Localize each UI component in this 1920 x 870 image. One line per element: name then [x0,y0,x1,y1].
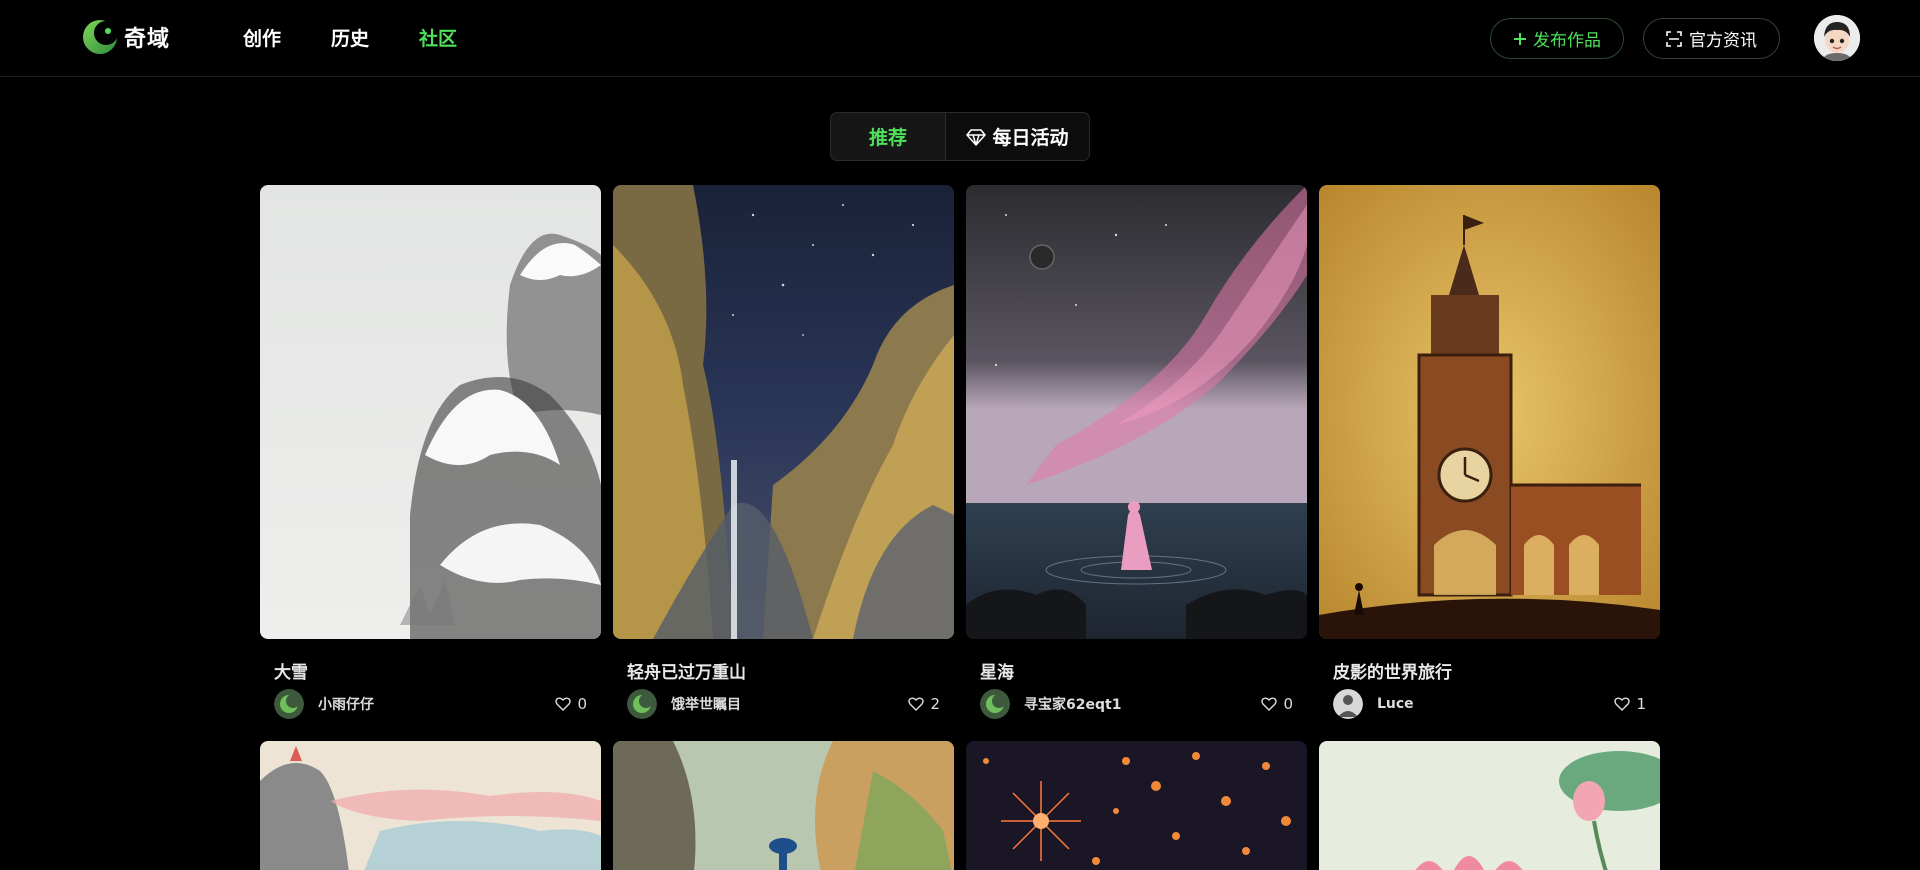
artwork-image-pastel-mountains[interactable] [260,741,601,870]
like-button[interactable]: 2 [908,695,940,713]
heart-icon [1261,697,1278,711]
tab-recommend-label: 推荐 [868,127,907,149]
tab-daily-label: 每日活动 [992,127,1069,149]
artwork-title[interactable]: 皮影的世界旅行 [1333,658,1452,683]
nav-create[interactable]: 创作 [243,24,281,51]
author-avatar[interactable] [274,689,304,719]
diamond-icon [966,128,987,146]
author-name[interactable]: 小雨仔仔 [318,694,374,714]
nav-community[interactable]: 社区 [419,24,457,51]
artwork-image-lotus[interactable] [1319,741,1660,870]
official-news-button[interactable]: 官方资讯 [1643,18,1780,59]
artwork-title[interactable]: 星海 [980,658,1014,683]
heart-icon [555,697,572,711]
like-count: 0 [577,695,587,713]
artwork-image-clock-tower[interactable] [1319,185,1660,639]
like-count: 2 [930,695,940,713]
artwork-image-gorge-waterfall[interactable] [613,185,954,639]
author-avatar[interactable] [980,689,1010,719]
artwork-image-snowy-mountain[interactable] [260,185,601,639]
like-button[interactable]: 1 [1614,695,1646,713]
crescent-logo-icon [83,20,118,54]
artwork-title[interactable]: 轻舟已过万重山 [627,658,746,683]
like-count: 1 [1636,695,1646,713]
user-avatar[interactable] [1814,15,1860,61]
artwork-card[interactable] [1319,741,1660,870]
plus-icon [1514,32,1526,45]
like-count: 0 [1283,695,1293,713]
publish-button[interactable]: 发布作品 [1490,18,1624,59]
artwork-card[interactable] [613,741,954,870]
main-nav: 创作 历史 社区 [243,24,457,51]
artwork-meta: 小雨仔仔 0 [274,689,587,719]
artwork-card[interactable]: 轻舟已过万重山 饿举世瞩目 2 [613,185,954,719]
author-name[interactable]: Luce [1377,696,1414,712]
artwork-meta: Luce 1 [1333,689,1646,719]
nav-history[interactable]: 历史 [331,24,369,51]
publish-label: 发布作品 [1533,31,1601,51]
artwork-meta: 饿举世瞩目 2 [627,689,940,719]
artwork-image-starry-sea[interactable] [966,185,1307,639]
author-avatar[interactable] [627,689,657,719]
heart-icon [908,697,925,711]
author-avatar[interactable] [1333,689,1363,719]
author-name[interactable]: 饿举世瞩目 [671,694,741,714]
artwork-card[interactable] [260,741,601,870]
top-header: 奇域 创作 历史 社区 发布作品 官方资讯 [0,0,1920,77]
artwork-card[interactable] [966,741,1307,870]
artwork-title[interactable]: 大雪 [274,658,308,683]
artwork-card[interactable]: 大雪 小雨仔仔 0 [260,185,601,719]
news-label: 官方资讯 [1689,31,1757,51]
tab-daily-activity[interactable]: 每日活动 [945,113,1089,160]
user-avatar-image [1814,15,1860,61]
heart-icon [1614,697,1631,711]
app-logo[interactable]: 奇域 [82,19,170,55]
artwork-card[interactable]: 皮影的世界旅行 Luce 1 [1319,185,1660,719]
logo-text: 奇域 [124,26,171,52]
artwork-meta: 寻宝家62eqt1 0 [980,689,1293,719]
artwork-image-fireworks-lanterns[interactable] [966,741,1307,870]
like-button[interactable]: 0 [555,695,587,713]
artwork-card[interactable]: 星海 寻宝家62eqt1 0 [966,185,1307,719]
like-button[interactable]: 0 [1261,695,1293,713]
artwork-image-green-valley[interactable] [613,741,954,870]
author-name[interactable]: 寻宝家62eqt1 [1024,694,1121,714]
scan-frame-icon [1666,30,1682,47]
feed-tabs: 推荐 每日活动 [830,112,1090,161]
tab-recommend[interactable]: 推荐 [831,113,945,160]
